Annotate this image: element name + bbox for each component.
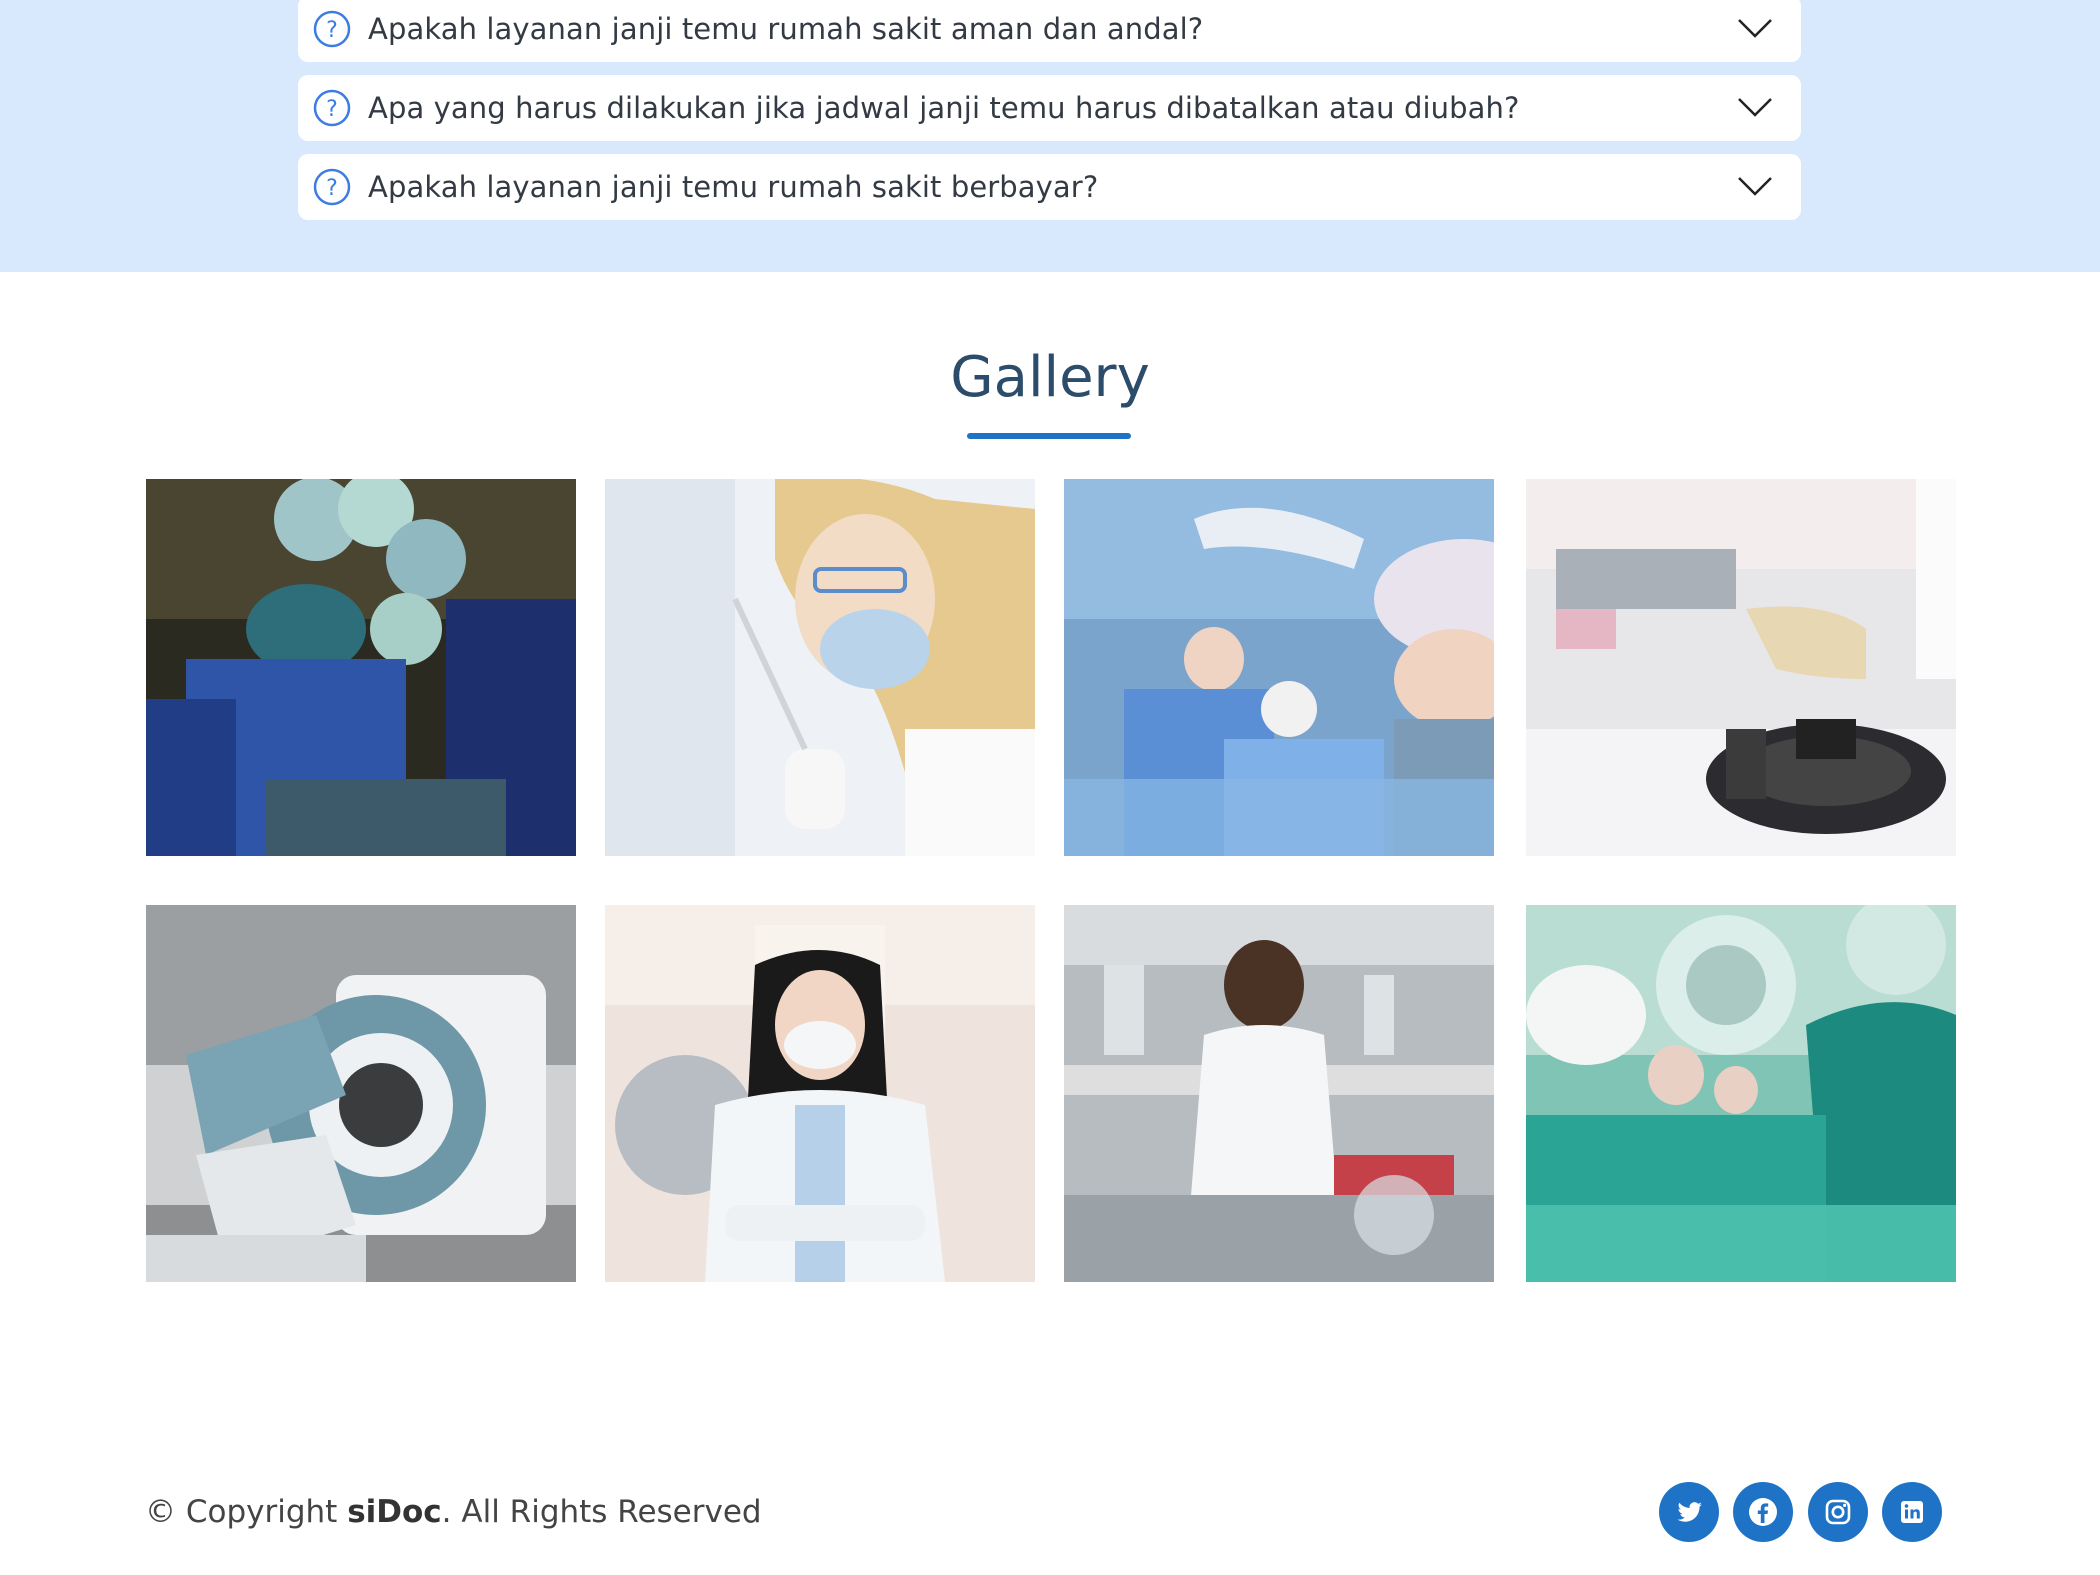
gallery-image-centrifuge[interactable] bbox=[1526, 479, 1956, 856]
svg-text:?: ? bbox=[326, 97, 338, 122]
gallery-title: Gallery bbox=[950, 345, 1150, 410]
instagram-icon bbox=[1825, 1499, 1851, 1525]
gallery-image-lab-researcher[interactable] bbox=[1064, 905, 1494, 1282]
linkedin-icon bbox=[1901, 1501, 1923, 1523]
copyright-prefix: © Copyright bbox=[145, 1494, 348, 1530]
gallery-image-surgeons-lamp[interactable] bbox=[1526, 905, 1956, 1282]
gallery-image-scientist[interactable] bbox=[605, 479, 1035, 856]
twitter-icon bbox=[1677, 1502, 1702, 1522]
question-circle-icon: ? bbox=[313, 10, 351, 48]
twitter-link[interactable] bbox=[1659, 1482, 1719, 1542]
gallery-image-surgeons-lights[interactable] bbox=[146, 479, 576, 856]
chevron-down-icon[interactable] bbox=[1737, 174, 1773, 198]
faq-item[interactable]: ? Apakah layanan janji temu rumah sakit … bbox=[298, 154, 1801, 220]
gallery-image-doctor-corridor[interactable] bbox=[605, 905, 1035, 1282]
linkedin-link[interactable] bbox=[1882, 1482, 1942, 1542]
question-circle-icon: ? bbox=[313, 168, 351, 206]
svg-text:?: ? bbox=[326, 18, 338, 43]
gallery-image-surgical-team[interactable] bbox=[1064, 479, 1494, 856]
faq-question: Apakah layanan janji temu rumah sakit am… bbox=[368, 12, 1204, 46]
faq-item[interactable]: ? Apa yang harus dilakukan jika jadwal j… bbox=[298, 75, 1801, 141]
faq-section: ? Apakah layanan janji temu rumah sakit … bbox=[0, 0, 2100, 272]
facebook-icon bbox=[1749, 1498, 1777, 1526]
question-circle-icon: ? bbox=[313, 89, 351, 127]
gallery-image-scanner[interactable] bbox=[146, 905, 576, 1282]
chevron-down-icon[interactable] bbox=[1737, 16, 1773, 40]
instagram-link[interactable] bbox=[1808, 1482, 1868, 1542]
faq-question: Apakah layanan janji temu rumah sakit be… bbox=[368, 170, 1099, 204]
facebook-link[interactable] bbox=[1733, 1482, 1793, 1542]
brand-name[interactable]: siDoc bbox=[347, 1494, 441, 1530]
copyright-suffix: . All Rights Reserved bbox=[441, 1494, 762, 1530]
chevron-down-icon[interactable] bbox=[1737, 95, 1773, 119]
title-underline bbox=[967, 433, 1131, 439]
svg-text:?: ? bbox=[326, 176, 338, 201]
faq-question: Apa yang harus dilakukan jika jadwal jan… bbox=[368, 91, 1520, 125]
faq-item[interactable]: ? Apakah layanan janji temu rumah sakit … bbox=[298, 0, 1801, 62]
copyright-text: © Copyright siDoc. All Rights Reserved bbox=[145, 1494, 762, 1530]
